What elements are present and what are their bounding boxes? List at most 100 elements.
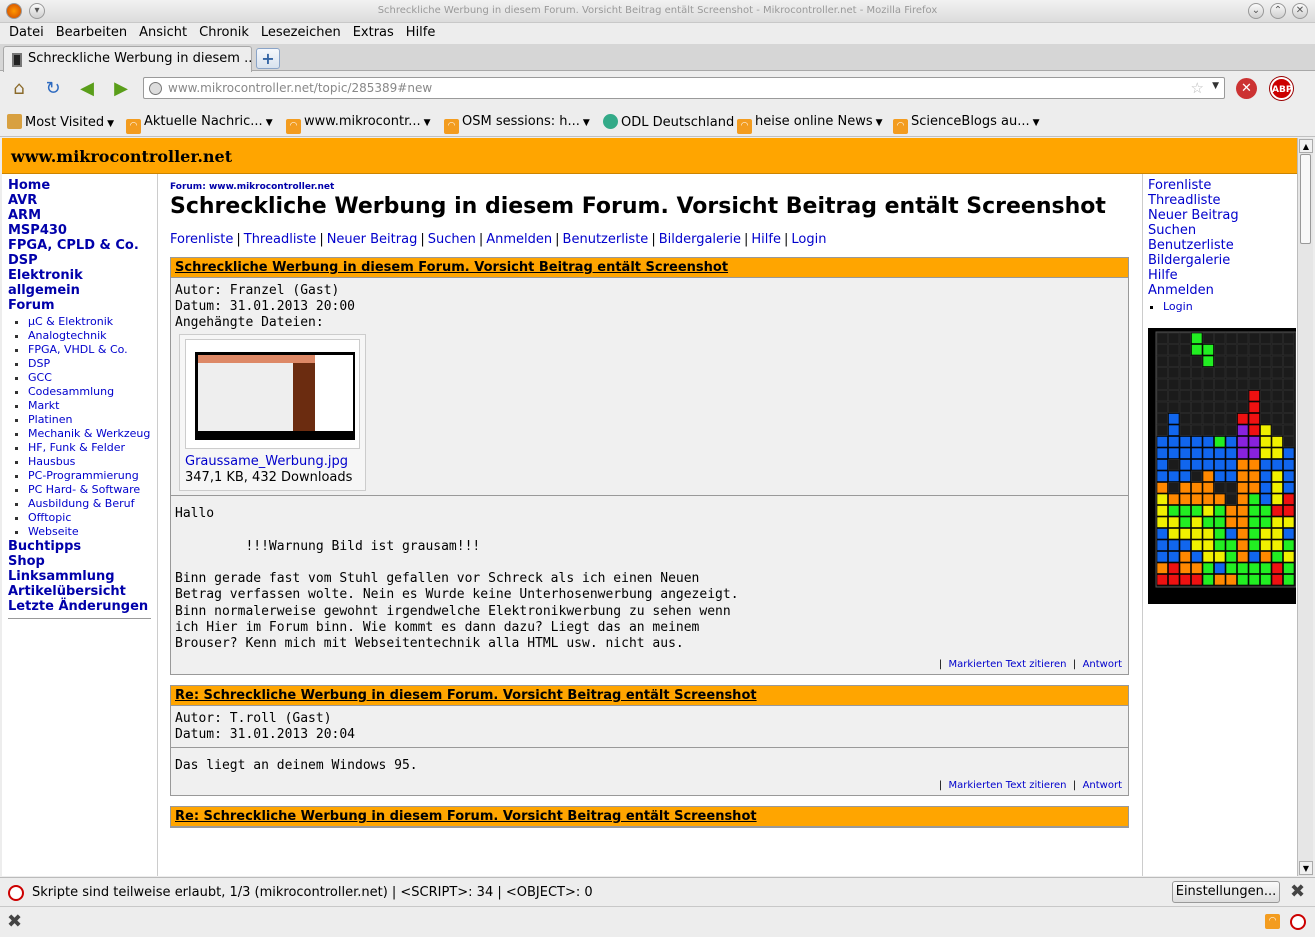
link-suchen[interactable]: Suchen — [428, 232, 476, 247]
nav-forum[interactable]: Forum — [8, 298, 157, 313]
link-anmelden[interactable]: Anmelden — [486, 232, 552, 247]
forum-link[interactable]: Analogtechnik — [28, 329, 107, 342]
menu-hilfe[interactable]: Hilfe — [398, 23, 440, 40]
post-subject-link[interactable]: Schreckliche Werbung in diesem Forum. Vo… — [175, 260, 728, 275]
right-link-benutzerliste[interactable]: Benutzerliste — [1148, 238, 1297, 253]
nav-shop[interactable]: Shop — [8, 554, 157, 569]
forum-link[interactable]: Ausbildung & Beruf — [28, 497, 134, 510]
attachment-thumbnail[interactable] — [185, 339, 360, 449]
new-tab-button[interactable]: + — [256, 48, 280, 69]
forum-link[interactable]: FPGA, VHDL & Co. — [28, 343, 128, 356]
tetris-empty-cell — [1260, 401, 1272, 413]
bookmark-osm-sessions[interactable]: ◠ OSM sessions: h... ▼ — [444, 114, 590, 134]
nav-dsp[interactable]: DSP — [8, 253, 157, 268]
right-link-threadliste[interactable]: Threadliste — [1148, 193, 1297, 208]
quote-link[interactable]: Markierten Text zitieren — [949, 659, 1067, 670]
url-dropdown-icon[interactable]: ▼ — [1212, 81, 1219, 91]
site-name[interactable]: www.mikrocontroller.net — [11, 147, 232, 166]
rss-feed-icon[interactable]: ◠ — [1265, 914, 1280, 929]
nav-avr[interactable]: AVR — [8, 193, 157, 208]
forum-link[interactable]: µC & Elektronik — [28, 315, 113, 328]
quote-link[interactable]: Markierten Text zitieren — [949, 780, 1067, 791]
settings-button[interactable]: Einstellungen... — [1172, 881, 1280, 903]
link-threadliste[interactable]: Threadliste — [244, 232, 317, 247]
forum-link[interactable]: Mechanik & Werkzeug — [28, 427, 150, 440]
right-link-login[interactable]: Login — [1163, 300, 1193, 313]
maximize-button[interactable]: ⌃ — [1270, 3, 1286, 19]
reply-link[interactable]: Antwort — [1083, 780, 1122, 791]
close-findbar-icon[interactable]: ✖ — [7, 911, 22, 932]
forum-link[interactable]: Codesammlung — [28, 385, 114, 398]
menu-lesezeichen[interactable]: Lesezeichen — [253, 23, 345, 40]
right-link-hilfe[interactable]: Hilfe — [1148, 268, 1297, 283]
forum-link[interactable]: PC-Programmierung — [28, 469, 139, 482]
close-icon[interactable]: ✖ — [1290, 881, 1305, 902]
nav-artikeluebersicht[interactable]: Artikelübersicht — [8, 584, 157, 599]
forum-link[interactable]: Hausbus — [28, 455, 75, 468]
forum-link[interactable]: Platinen — [28, 413, 73, 426]
url-bar[interactable]: www.mikrocontroller.net/topic/285389#new… — [143, 77, 1225, 99]
menu-datei[interactable]: Datei — [0, 23, 48, 40]
nav-msp430[interactable]: MSP430 — [8, 223, 157, 238]
right-link-forenliste[interactable]: Forenliste — [1148, 178, 1297, 193]
link-hilfe[interactable]: Hilfe — [751, 232, 781, 247]
bookmark-most-visited[interactable]: Most Visited ▼ — [7, 114, 114, 130]
noscript-icon[interactable] — [1290, 914, 1306, 930]
right-link-anmelden[interactable]: Anmelden — [1148, 283, 1297, 298]
home-icon[interactable]: ⌂ — [8, 78, 30, 100]
forum-link[interactable]: PC Hard- & Software — [28, 483, 140, 496]
forward-icon[interactable]: ▶ — [110, 78, 132, 100]
forum-link[interactable]: HF, Funk & Felder — [28, 441, 125, 454]
menu-chronik[interactable]: Chronik — [191, 23, 253, 40]
tetris-ad-image[interactable] — [1148, 328, 1297, 604]
tab-active[interactable]: Schreckliche Werbung in diesem ... — [3, 46, 252, 72]
scrollbar-thumb[interactable] — [1300, 154, 1311, 244]
reload-icon[interactable]: ↻ — [42, 78, 64, 100]
back-icon[interactable]: ◀ — [76, 78, 98, 100]
link-benutzerliste[interactable]: Benutzerliste — [563, 232, 649, 247]
menu-ansicht[interactable]: Ansicht — [131, 23, 191, 40]
nav-fpga[interactable]: FPGA, CPLD & Co. — [8, 238, 157, 253]
nav-letzte-aenderungen[interactable]: Letzte Änderungen — [8, 599, 157, 614]
forum-link[interactable]: Markt — [28, 399, 59, 412]
right-link-neuer-beitrag[interactable]: Neuer Beitrag — [1148, 208, 1297, 223]
bookmark-aktuelle-nachrichten[interactable]: ◠ Aktuelle Nachric... ▼ — [126, 114, 273, 134]
bookmark-star-icon[interactable]: ☆ — [1191, 79, 1204, 97]
attachment-link[interactable]: Graussame_Werbung.jpg — [185, 454, 348, 469]
right-link-suchen[interactable]: Suchen — [1148, 223, 1297, 238]
link-bildergalerie[interactable]: Bildergalerie — [659, 232, 741, 247]
bookmark-heise-online[interactable]: ◠ heise online News ▼ — [737, 114, 883, 134]
close-button[interactable]: ✕ — [1292, 3, 1308, 19]
noscript-icon[interactable] — [8, 885, 24, 901]
right-link-bildergalerie[interactable]: Bildergalerie — [1148, 253, 1297, 268]
breadcrumb-link[interactable]: www.mikrocontroller.net — [209, 182, 334, 192]
nav-elektronik[interactable]: Elektronik allgemein — [8, 268, 157, 298]
menu-extras[interactable]: Extras — [345, 23, 398, 40]
stop-icon[interactable]: ✕ — [1236, 78, 1257, 99]
bookmark-odl-deutschland[interactable]: ODL Deutschland — [603, 114, 734, 130]
nav-arm[interactable]: ARM — [8, 208, 157, 223]
forum-link[interactable]: DSP — [28, 357, 50, 370]
forum-link[interactable]: Offtopic — [28, 511, 71, 524]
bookmark-mikrocontroller[interactable]: ◠ www.mikrocontr... ▼ — [286, 114, 431, 134]
link-neuer-beitrag[interactable]: Neuer Beitrag — [327, 232, 418, 247]
menu-bearbeiten[interactable]: Bearbeiten — [48, 23, 131, 40]
scroll-up-icon[interactable]: ▲ — [1299, 139, 1313, 153]
site-identity-icon[interactable] — [149, 82, 162, 95]
reply-link[interactable]: Antwort — [1083, 659, 1122, 670]
adblock-plus-icon[interactable]: ABP — [1270, 77, 1293, 100]
link-forenliste[interactable]: Forenliste — [170, 232, 233, 247]
scroll-down-icon[interactable]: ▼ — [1299, 861, 1313, 875]
forum-link[interactable]: GCC — [28, 371, 52, 384]
forum-list: µC & Elektronik Analogtechnik FPGA, VHDL… — [28, 315, 157, 539]
vertical-scrollbar[interactable]: ▲ ▼ — [1297, 138, 1313, 876]
forum-link[interactable]: Webseite — [28, 525, 79, 538]
minimize-button[interactable]: ⌄ — [1248, 3, 1264, 19]
nav-linksammlung[interactable]: Linksammlung — [8, 569, 157, 584]
bookmark-scienceblogs[interactable]: ◠ ScienceBlogs au... ▼ — [893, 114, 1040, 134]
post-subject-link[interactable]: Re: Schreckliche Werbung in diesem Forum… — [175, 809, 757, 824]
post-subject-link[interactable]: Re: Schreckliche Werbung in diesem Forum… — [175, 688, 757, 703]
link-login[interactable]: Login — [791, 232, 826, 247]
nav-buchtipps[interactable]: Buchtipps — [8, 539, 157, 554]
nav-home[interactable]: Home — [8, 178, 157, 193]
